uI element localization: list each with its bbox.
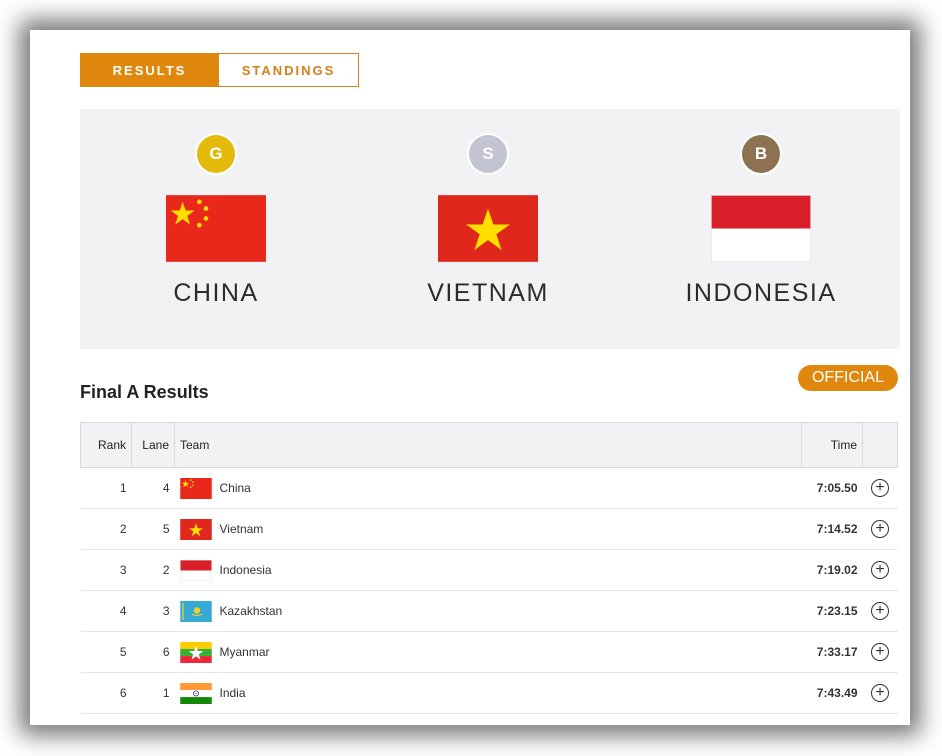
results-page: RESULTS STANDINGS G CHINA S VIETNAM B IN… <box>42 42 900 714</box>
rank-cell: 4 <box>119 604 127 618</box>
medal-podium: G CHINA S VIETNAM B INDONESIA <box>80 109 900 349</box>
silver-medal-badge: S <box>469 135 507 173</box>
rank-cell: 6 <box>119 686 127 700</box>
india-flag-icon <box>179 682 212 704</box>
column-header-expand <box>862 422 898 468</box>
myanmar-flag-icon <box>179 641 212 663</box>
table-row[interactable]: 2 5 Vietnam 7:14.52 + <box>80 509 898 550</box>
plus-circle-icon[interactable]: + <box>871 602 889 620</box>
team-cell: China <box>175 468 802 509</box>
plus-circle-icon[interactable]: + <box>871 561 889 579</box>
lane-cell: 4 <box>162 481 170 495</box>
rank-cell: 2 <box>119 522 127 536</box>
official-status-badge: OFFICIAL <box>798 365 898 391</box>
table-row[interactable]: 6 1 India 7:43.49 + <box>80 673 898 714</box>
plus-circle-icon[interactable]: + <box>871 520 889 538</box>
time-cell: 7:23.15 <box>816 604 858 618</box>
column-header-rank[interactable]: Rank <box>80 422 132 468</box>
column-header-lane[interactable]: Lane <box>131 422 175 468</box>
team-cell: Myanmar <box>175 632 802 673</box>
indonesia-flag-icon <box>179 559 212 581</box>
team-name: India <box>219 686 246 700</box>
china-flag-icon <box>179 477 212 499</box>
results-table: Rank Lane Team Time 1 4 China 7:05.50 + … <box>80 422 898 714</box>
rank-cell: 1 <box>119 481 127 495</box>
gold-medal-badge: G <box>197 135 235 173</box>
column-header-time[interactable]: Time <box>801 422 863 468</box>
time-cell: 7:05.50 <box>816 481 858 495</box>
kazakhstan-flag-icon <box>179 600 212 622</box>
team-name: China <box>219 481 251 495</box>
team-name: Myanmar <box>219 645 270 659</box>
tab-standings[interactable]: STANDINGS <box>219 53 359 87</box>
team-cell: Kazakhstan <box>175 591 802 632</box>
table-header-row: Rank Lane Team Time <box>80 422 898 468</box>
plus-circle-icon[interactable]: + <box>871 479 889 497</box>
gold-country-name: CHINA <box>173 279 259 307</box>
lane-cell: 3 <box>162 604 170 618</box>
team-cell: Vietnam <box>175 509 802 550</box>
team-name: Vietnam <box>219 522 264 536</box>
results-section-title: Final A Results <box>80 382 209 402</box>
team-name: Kazakhstan <box>219 604 283 618</box>
lane-cell: 5 <box>162 522 170 536</box>
lane-cell: 1 <box>162 686 170 700</box>
tab-results[interactable]: RESULTS <box>80 53 219 87</box>
column-header-team[interactable]: Team <box>174 422 802 468</box>
team-cell: Indonesia <box>175 550 802 591</box>
vietnam-flag-icon <box>179 518 212 540</box>
team-name: Indonesia <box>219 563 272 577</box>
indonesia-flag-icon <box>711 195 811 262</box>
lane-cell: 2 <box>162 563 170 577</box>
lane-cell: 6 <box>162 645 170 659</box>
table-row[interactable]: 3 2 Indonesia 7:19.02 + <box>80 550 898 591</box>
table-row[interactable]: 5 6 Myanmar 7:33.17 + <box>80 632 898 673</box>
silver-country-name: VIETNAM <box>427 279 549 307</box>
tab-bar: RESULTS STANDINGS <box>80 53 359 87</box>
vietnam-flag-icon <box>438 195 538 262</box>
table-row[interactable]: 4 3 Kazakhstan 7:23.15 + <box>80 591 898 632</box>
time-cell: 7:33.17 <box>816 645 858 659</box>
table-row[interactable]: 1 4 China 7:05.50 + <box>80 468 898 509</box>
plus-circle-icon[interactable]: + <box>871 643 889 661</box>
time-cell: 7:19.02 <box>816 563 858 577</box>
china-flag-icon <box>166 195 266 262</box>
time-cell: 7:43.49 <box>816 686 858 700</box>
team-cell: India <box>175 673 802 714</box>
plus-circle-icon[interactable]: + <box>871 684 889 702</box>
bronze-medal-badge: B <box>742 135 780 173</box>
time-cell: 7:14.52 <box>816 522 858 536</box>
bronze-country-name: INDONESIA <box>685 279 837 307</box>
rank-cell: 3 <box>119 563 127 577</box>
rank-cell: 5 <box>119 645 127 659</box>
